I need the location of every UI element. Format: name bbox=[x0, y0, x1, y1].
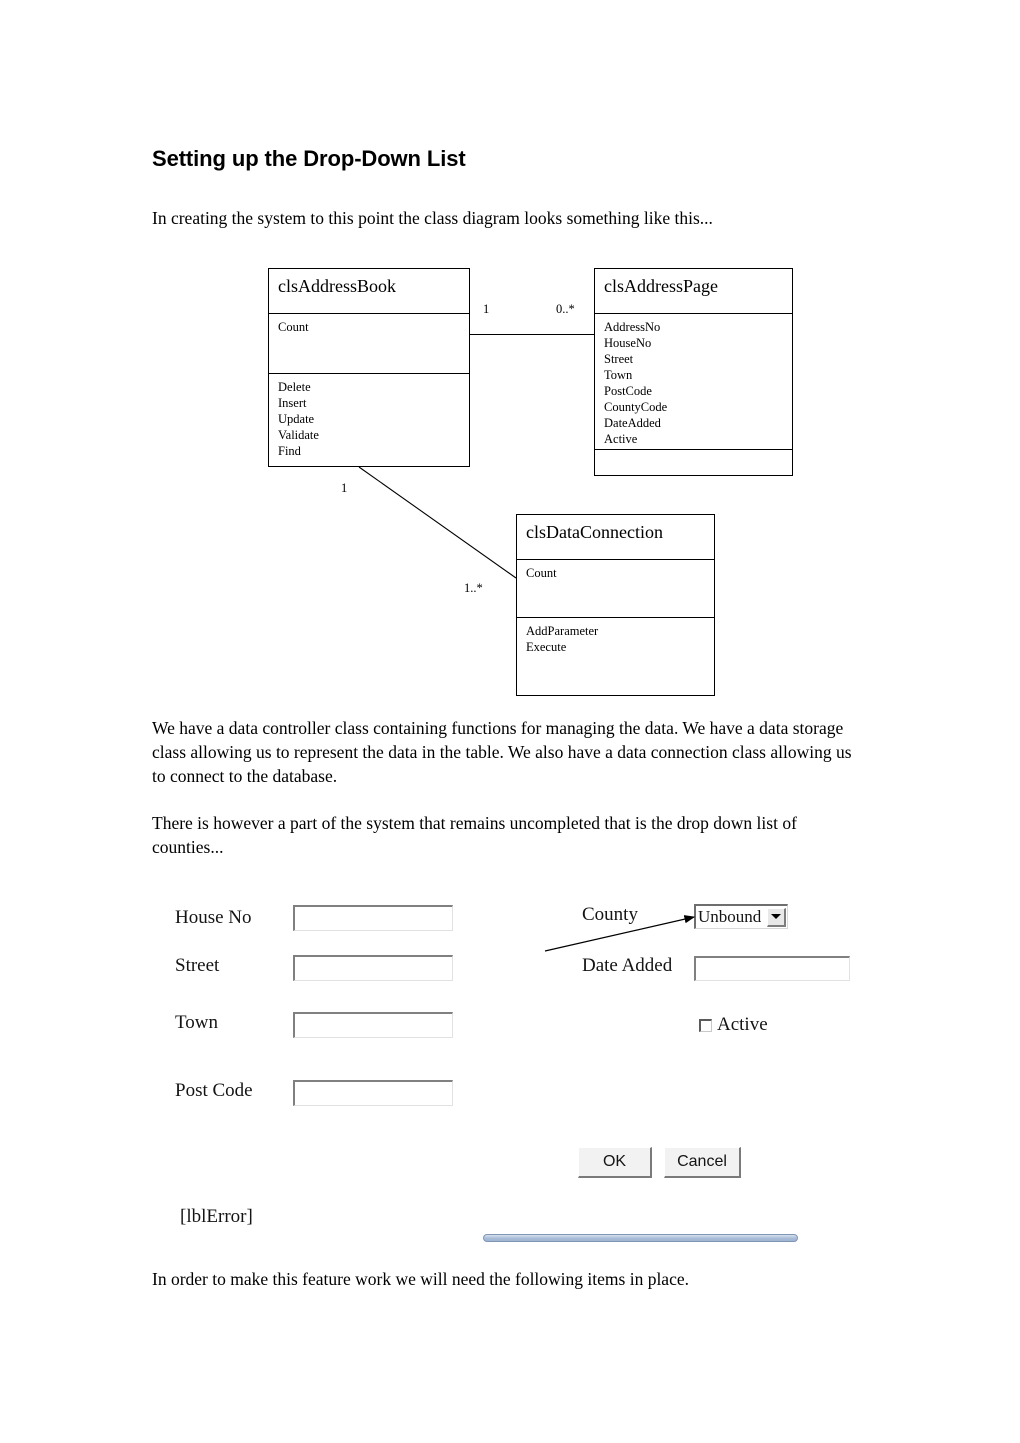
active-checkbox-row[interactable]: Active bbox=[699, 1014, 768, 1036]
label-town: Town bbox=[175, 1012, 219, 1033]
active-checkbox[interactable] bbox=[699, 1018, 712, 1032]
street-input[interactable] bbox=[293, 955, 453, 981]
error-label: [lblError] bbox=[180, 1206, 253, 1227]
paragraph-closing: In order to make this feature work we wi… bbox=[152, 1269, 689, 1289]
annotation-arrow-to-county-dropdown bbox=[544, 915, 696, 952]
chevron-down-icon[interactable] bbox=[767, 907, 786, 927]
document-page: Setting up the Drop-Down List In creatin… bbox=[0, 0, 1020, 1443]
label-street: Street bbox=[175, 955, 220, 976]
county-dropdown[interactable]: Unbound bbox=[694, 904, 788, 929]
post-code-input[interactable] bbox=[293, 1080, 453, 1106]
blue-progress-bar bbox=[483, 1234, 798, 1242]
ok-button[interactable]: OK bbox=[578, 1147, 652, 1178]
label-house-no: House No bbox=[175, 907, 252, 928]
house-no-input[interactable] bbox=[293, 905, 453, 931]
form-screenshot: House No Street Town Post Code County Da… bbox=[0, 0, 1020, 1443]
chevron-down-glyph bbox=[771, 914, 781, 919]
cancel-button[interactable]: Cancel bbox=[664, 1147, 741, 1178]
county-dropdown-value: Unbound bbox=[698, 907, 762, 926]
active-checkbox-label: Active bbox=[717, 1014, 768, 1035]
label-post-code: Post Code bbox=[175, 1080, 253, 1101]
label-county: County bbox=[582, 904, 638, 925]
date-added-input[interactable] bbox=[694, 956, 850, 981]
town-input[interactable] bbox=[293, 1012, 453, 1038]
label-date-added: Date Added bbox=[582, 955, 673, 976]
